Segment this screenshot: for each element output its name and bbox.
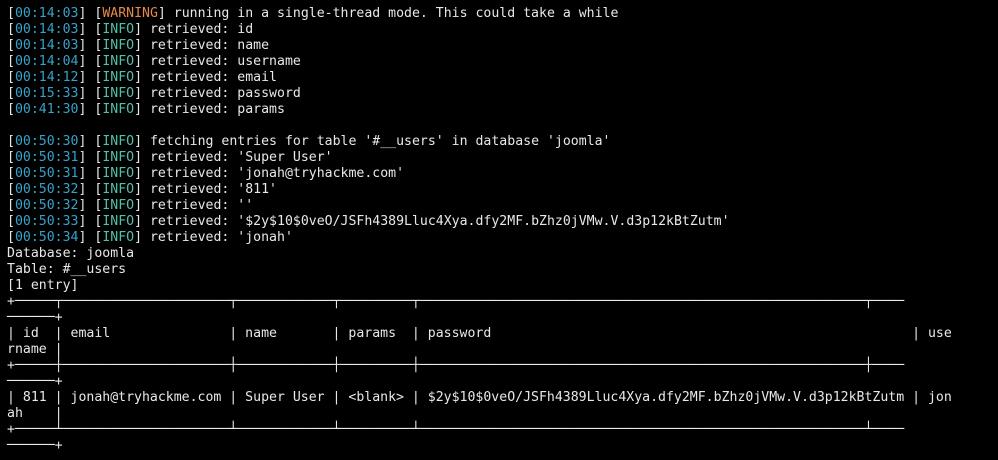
log-line: [00:50:33] [INFO] retrieved: '$2y$10$0ve… — [7, 214, 730, 229]
table-header-row-wrap: rname | — [7, 342, 63, 357]
log-level-info: INFO — [102, 38, 135, 53]
table-border-middle-wrap: ──────+ — [7, 374, 63, 389]
log-message: retrieved: 'Super User' — [149, 150, 333, 165]
log-level-info: INFO — [102, 102, 135, 117]
log-timestamp: 00:50:30 — [14, 134, 79, 149]
log-line: [00:50:31] [INFO] retrieved: 'Super User… — [7, 150, 333, 165]
log-timestamp: 00:50:31 — [14, 150, 79, 165]
entry-count-line: [1 entry] — [7, 278, 79, 293]
log-timestamp: 00:14:03 — [14, 6, 79, 21]
log-message: fetching entries for table '#__users' in… — [149, 134, 611, 149]
log-message: retrieved: email — [149, 70, 278, 85]
log-message: running in a single-thread mode. This co… — [173, 6, 619, 21]
log-message: retrieved: '811' — [149, 182, 278, 197]
log-timestamp: 00:14:04 — [14, 54, 79, 69]
log-timestamp: 00:50:34 — [14, 230, 79, 245]
log-level-info: INFO — [102, 22, 135, 37]
table-border-bottom: +─────┴─────────────────────┴───────────… — [7, 422, 905, 437]
log-group-columns: [00:14:03] [WARNING] running in a single… — [7, 6, 998, 118]
log-timestamp: 00:50:32 — [14, 182, 79, 197]
log-line: [00:50:32] [INFO] retrieved: '' — [7, 198, 254, 213]
table-header-row: | id | email | name | params | password … — [7, 326, 952, 341]
log-message: retrieved: params — [149, 102, 285, 117]
log-message: retrieved: password — [149, 86, 301, 101]
log-timestamp: 00:41:30 — [14, 102, 79, 117]
log-line: [00:50:30] [INFO] fetching entries for t… — [7, 134, 611, 149]
log-level-info: INFO — [102, 150, 135, 165]
log-line: [00:14:03] [INFO] retrieved: name — [7, 38, 270, 53]
log-level-info: INFO — [102, 70, 135, 85]
log-level-info: INFO — [102, 182, 135, 197]
log-level-info: INFO — [102, 54, 135, 69]
log-level-info: INFO — [102, 214, 135, 229]
log-level-info: INFO — [102, 86, 135, 101]
log-line: [00:14:12] [INFO] retrieved: email — [7, 70, 278, 85]
log-line: [00:14:03] [INFO] retrieved: id — [7, 22, 254, 37]
log-level-info: INFO — [102, 230, 135, 245]
log-level-warning: WARNING — [102, 6, 158, 21]
log-line: [00:50:32] [INFO] retrieved: '811' — [7, 182, 278, 197]
terminal-output[interactable]: [00:14:03] [WARNING] running in a single… — [0, 0, 998, 460]
table-name-line: Table: #__users — [7, 262, 127, 277]
log-message: retrieved: 'jonah@tryhackme.com' — [149, 166, 405, 181]
log-line: [00:41:30] [INFO] retrieved: params — [7, 102, 285, 117]
log-timestamp: 00:14:03 — [14, 38, 79, 53]
log-level-info: INFO — [102, 166, 135, 181]
log-timestamp: 00:50:32 — [14, 198, 79, 213]
log-group-entries: [00:50:30] [INFO] fetching entries for t… — [7, 134, 998, 246]
log-timestamp: 00:14:12 — [14, 70, 79, 85]
log-line: [00:50:34] [INFO] retrieved: 'jonah' — [7, 230, 293, 245]
log-message: retrieved: id — [149, 22, 254, 37]
table-border-bottom-wrap: ──────+ — [7, 438, 63, 453]
log-message: retrieved: name — [149, 38, 270, 53]
log-message: retrieved: username — [149, 54, 301, 69]
log-level-info: INFO — [102, 198, 135, 213]
database-line: Database: joomla — [7, 246, 135, 261]
log-timestamp: 00:50:33 — [14, 214, 79, 229]
log-message: retrieved: '' — [149, 198, 254, 213]
log-message: retrieved: 'jonah' — [149, 230, 293, 245]
table-border-top: +─────┬─────────────────────┬───────────… — [7, 294, 905, 309]
log-line: [00:14:03] [WARNING] running in a single… — [7, 6, 619, 21]
table-row: | 811 | jonah@tryhackme.com | Super User… — [7, 390, 952, 405]
log-message: retrieved: '$2y$10$0veO/JSFh4389Lluc4Xya… — [149, 214, 730, 229]
table-row-wrap: ah | — [7, 406, 63, 421]
log-timestamp: 00:50:31 — [14, 166, 79, 181]
table-border-middle: +─────┼─────────────────────┼───────────… — [7, 358, 905, 373]
log-line: [00:14:04] [INFO] retrieved: username — [7, 54, 301, 69]
log-line: [00:15:33] [INFO] retrieved: password — [7, 86, 301, 101]
log-timestamp: 00:14:03 — [14, 22, 79, 37]
log-line: [00:50:31] [INFO] retrieved: 'jonah@tryh… — [7, 166, 405, 181]
log-timestamp: 00:15:33 — [14, 86, 79, 101]
table-border-top-wrap: ──────+ — [7, 310, 63, 325]
result-table: +─────┬─────────────────────┬───────────… — [7, 294, 998, 454]
log-level-info: INFO — [102, 134, 135, 149]
